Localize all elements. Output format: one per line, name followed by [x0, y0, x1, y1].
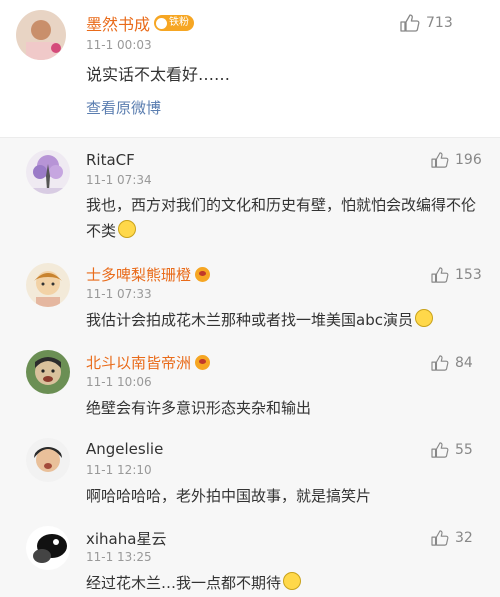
like-button[interactable]: 196 — [431, 152, 482, 168]
timestamp: 11-1 10:06 — [86, 375, 152, 389]
like-count: 32 — [455, 530, 473, 546]
timestamp: 11-1 00:03 — [86, 38, 152, 52]
like-button[interactable]: 84 — [431, 355, 473, 371]
smile-emoji-icon — [414, 309, 433, 327]
comment-thread: 墨然书成 铁粉 11-1 00:03 说实话不太看好…… 查看原微博 713 R… — [0, 0, 500, 597]
reply-text: 啊哈哈哈哈，老外拍中国故事，就是搞笑片 — [86, 487, 372, 505]
comment-text: 说实话不太看好…… — [86, 65, 231, 84]
reply-list: RitaCF 11-1 07:34 我也，西方对我们的文化和历史有壁，怕就怕会改… — [0, 138, 500, 597]
username-text[interactable]: 墨然书成 — [86, 11, 150, 35]
like-count: 84 — [455, 355, 473, 371]
reply-text-content: 经过花木兰…我一点都不期待 — [86, 574, 282, 592]
username[interactable]: 墨然书成 铁粉 — [86, 11, 195, 35]
face-emoji-icon — [283, 572, 302, 590]
timestamp: 11-1 07:34 — [86, 173, 152, 187]
glasses-emoji-icon — [118, 220, 137, 238]
username[interactable]: 士多啤梨熊珊橙 — [86, 264, 211, 285]
like-button[interactable]: 32 — [431, 530, 473, 546]
avatar[interactable] — [16, 10, 66, 60]
like-count: 196 — [455, 152, 482, 168]
username[interactable]: Angeleslie — [86, 440, 163, 458]
avatar[interactable] — [26, 438, 70, 482]
reply-text: 我也，西方对我们的文化和历史有壁，怕就怕会改编得不伦不类 — [86, 192, 486, 244]
username[interactable]: 北斗以南皆帝洲 — [86, 352, 211, 373]
username-text[interactable]: Angeleslie — [86, 440, 163, 458]
thumbs-up-icon — [400, 14, 420, 32]
fan-badge-label: 铁粉 — [169, 17, 190, 28]
username[interactable]: xihaha星云 — [86, 528, 166, 549]
like-button[interactable]: 55 — [431, 442, 473, 458]
like-count: 55 — [455, 442, 473, 458]
username-text[interactable]: xihaha星云 — [86, 528, 166, 549]
timestamp: 11-1 12:10 — [86, 463, 152, 477]
like-button[interactable]: 153 — [431, 267, 482, 283]
fan-badge: 铁粉 — [154, 15, 195, 31]
thumbs-up-icon — [431, 152, 449, 168]
reply-text: 经过花木兰…我一点都不期待 — [86, 570, 486, 596]
timestamp: 11-1 13:25 — [86, 550, 152, 564]
username-text[interactable]: 士多啤梨熊珊橙 — [86, 264, 191, 285]
vip-badge-icon — [195, 267, 211, 282]
username-text[interactable]: 北斗以南皆帝洲 — [86, 352, 191, 373]
avatar[interactable] — [26, 526, 70, 570]
like-count: 713 — [426, 15, 453, 31]
like-button[interactable]: 713 — [400, 14, 453, 32]
view-original-link[interactable]: 查看原微博 — [86, 97, 161, 118]
username[interactable]: RitaCF — [86, 151, 135, 169]
avatar[interactable] — [26, 350, 70, 394]
timestamp: 11-1 07:33 — [86, 287, 152, 301]
avatar[interactable] — [26, 263, 70, 307]
thumbs-up-icon — [431, 355, 449, 371]
reply-text-content: 我估计会拍成花木兰那种或者找一堆美国abc演员 — [86, 311, 413, 329]
reply-text: 绝壁会有许多意识形态夹杂和输出 — [86, 399, 312, 417]
main-comment: 墨然书成 铁粉 11-1 00:03 说实话不太看好…… 查看原微博 713 — [0, 0, 500, 138]
avatar[interactable] — [26, 150, 70, 194]
thumbs-up-icon — [431, 267, 449, 283]
thumbs-up-icon — [431, 442, 449, 458]
reply-text: 我估计会拍成花木兰那种或者找一堆美国abc演员 — [86, 307, 486, 333]
reply-text-content: 我也，西方对我们的文化和历史有壁，怕就怕会改编得不伦不类 — [86, 196, 477, 240]
like-count: 153 — [455, 267, 482, 283]
vip-badge-icon — [195, 355, 211, 370]
username-text[interactable]: RitaCF — [86, 151, 135, 169]
fan-badge-icon — [156, 17, 168, 29]
thumbs-up-icon — [431, 530, 449, 546]
